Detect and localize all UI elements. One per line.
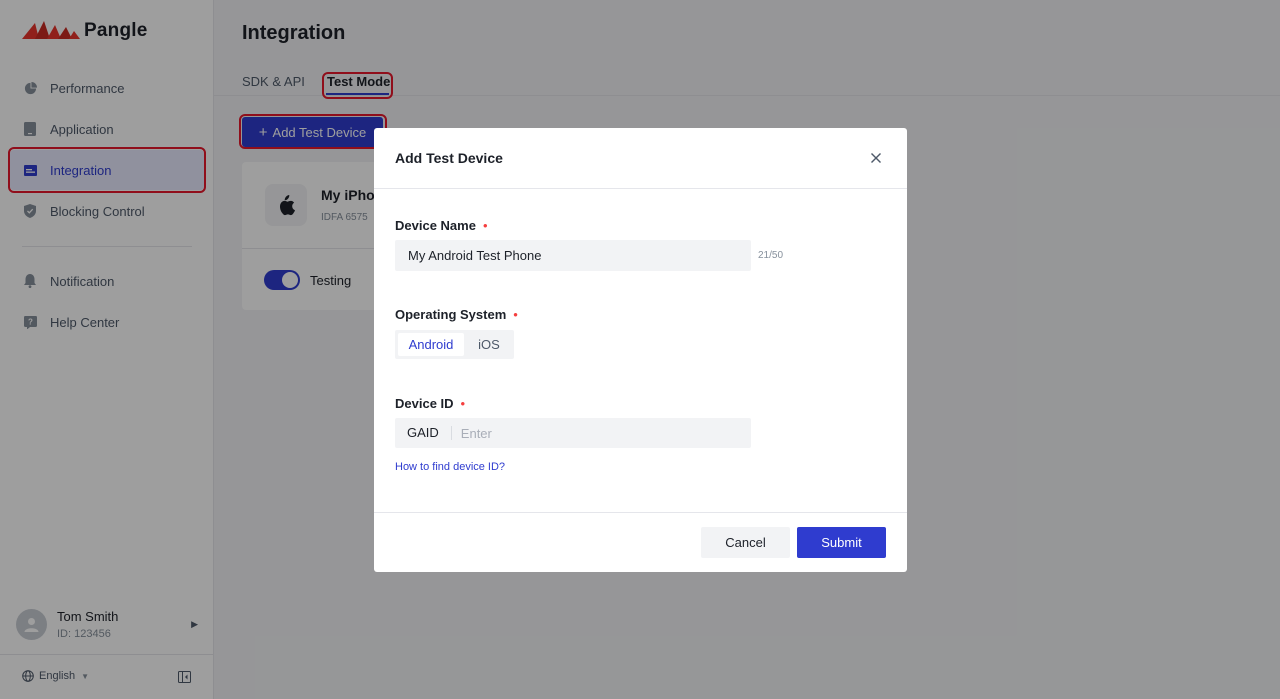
required-marker: • xyxy=(482,218,488,233)
modal-title: Add Test Device xyxy=(395,150,503,166)
device-id-label-text: Device ID xyxy=(395,396,454,411)
os-selector: Android iOS xyxy=(395,330,514,359)
device-name-value: My Android Test Phone xyxy=(408,248,542,263)
os-option-ios[interactable]: iOS xyxy=(467,333,511,356)
char-counter: 21/50 xyxy=(758,250,784,261)
os-option-android[interactable]: Android xyxy=(398,333,464,356)
device-id-placeholder: Enter xyxy=(460,425,492,441)
device-name-label: Device Name • xyxy=(395,218,488,233)
device-id-input[interactable]: GAID Enter xyxy=(395,418,751,448)
cancel-button[interactable]: Cancel xyxy=(701,527,790,558)
add-test-device-modal: Add Test Device Device Name • My Android … xyxy=(374,128,907,572)
os-label: Operating System • xyxy=(395,307,518,322)
find-device-id-link[interactable]: How to find device ID? xyxy=(395,461,505,473)
os-label-text: Operating System xyxy=(395,307,507,322)
device-id-label: Device ID • xyxy=(395,396,465,411)
required-marker: • xyxy=(460,396,466,411)
device-name-input[interactable]: My Android Test Phone xyxy=(395,240,751,271)
modal-footer-divider xyxy=(374,512,907,513)
submit-button[interactable]: Submit xyxy=(797,527,886,558)
modal-header-divider xyxy=(374,188,907,189)
required-marker: • xyxy=(513,307,518,322)
device-name-label-text: Device Name xyxy=(395,218,476,233)
device-id-prefix: GAID xyxy=(395,426,452,440)
close-icon[interactable] xyxy=(868,150,884,166)
